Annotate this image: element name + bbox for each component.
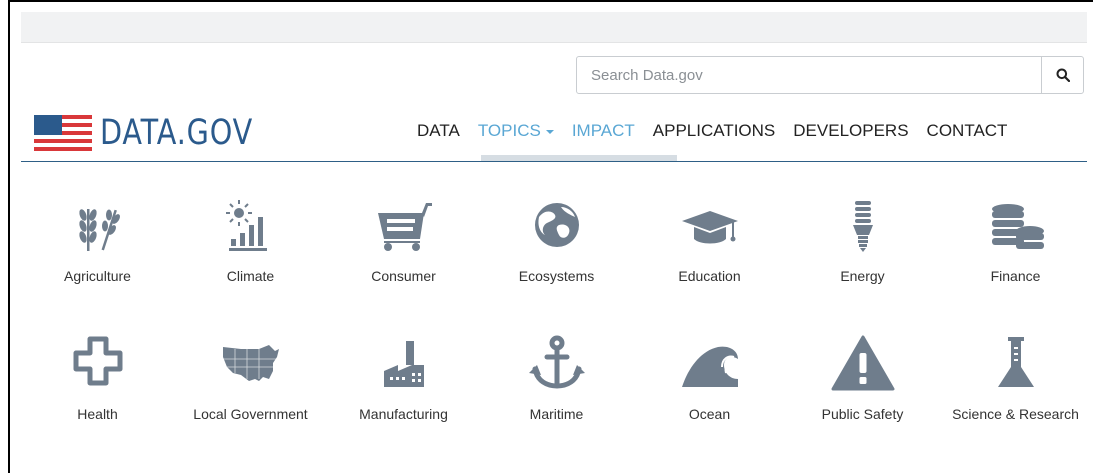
shopping-cart-icon [377,203,432,251]
us-map-icon [222,345,279,381]
topic-label: Finance [990,268,1041,284]
topic-label: Agriculture [64,268,131,284]
nav-topics[interactable]: TOPICS [469,110,563,152]
topics-grid: Agriculture Climate Consumer Ecosystems … [21,195,1093,471]
topic-education[interactable]: Education [633,195,786,333]
topics-row: Agriculture Climate Consumer Ecosystems … [21,195,1093,333]
flask-icon [997,337,1034,387]
nav-topics-label: TOPICS [477,121,541,140]
top-utility-bar [21,12,1087,43]
topic-label: Ocean [688,406,731,422]
topic-label: Ecosystems [518,268,595,284]
sun-chart-icon [225,200,267,251]
nav-developers[interactable]: DEVELOPERS [784,110,917,152]
wave-icon [681,346,738,387]
nav-applications[interactable]: APPLICATIONS [644,110,785,152]
topics-row: Health Local Government Manufacturing Ma… [21,333,1093,471]
topic-ocean[interactable]: Ocean [633,333,786,471]
topic-health[interactable]: Health [21,333,174,471]
search-button[interactable] [1041,57,1083,93]
nav-impact[interactable]: IMPACT [563,110,644,152]
topic-science-research[interactable]: Science & Research [939,333,1092,471]
globe-icon [534,203,579,247]
topic-label: Climate [226,268,275,284]
search-icon [1056,68,1070,82]
topic-public-safety[interactable]: Public Safety [786,333,939,471]
topic-local-government[interactable]: Local Government [174,333,327,471]
topic-agriculture[interactable]: Agriculture [21,195,174,333]
topic-consumer[interactable]: Consumer [327,195,480,333]
topic-label: Public Safety [821,406,904,422]
coins-icon [991,204,1044,249]
graduation-cap-icon [681,211,738,244]
anchor-icon [528,335,585,389]
topic-label: Local Government [193,406,308,422]
site-logo[interactable]: DATA.GOV [34,111,287,155]
site-logo-text: DATA.GOV [100,113,254,153]
caret-down-icon [545,129,554,134]
topic-label: Science & Research [952,406,1079,422]
nav-contact[interactable]: CONTACT [918,110,1017,152]
warning-icon [831,335,894,391]
topic-label: Education [678,268,741,284]
topic-label: Consumer [371,268,436,284]
topic-energy[interactable]: Energy [786,195,939,333]
main-nav: DATA TOPICS IMPACT APPLICATIONS DEVELOPE… [408,110,1016,152]
search-box [576,56,1084,94]
window-frame-left [8,0,10,473]
nav-data[interactable]: DATA [408,110,469,152]
topic-ecosystems[interactable]: Ecosystems [480,195,633,333]
topic-label: Manufacturing [359,406,448,422]
medical-cross-icon [73,336,122,386]
factory-icon [383,341,424,387]
search-input[interactable] [577,57,1042,93]
wheat-icon [78,209,120,251]
topic-maritime[interactable]: Maritime [480,333,633,471]
topic-label: Energy [840,268,885,284]
header-divider [21,161,1087,162]
lightbulb-icon [852,201,873,252]
topic-label: Health [77,406,118,422]
topic-finance[interactable]: Finance [939,195,1092,333]
topic-manufacturing[interactable]: Manufacturing [327,333,480,471]
topic-label: Maritime [529,406,584,422]
window-frame-top [8,0,1093,2]
us-flag-icon [34,115,92,151]
topic-climate[interactable]: Climate [174,195,327,333]
